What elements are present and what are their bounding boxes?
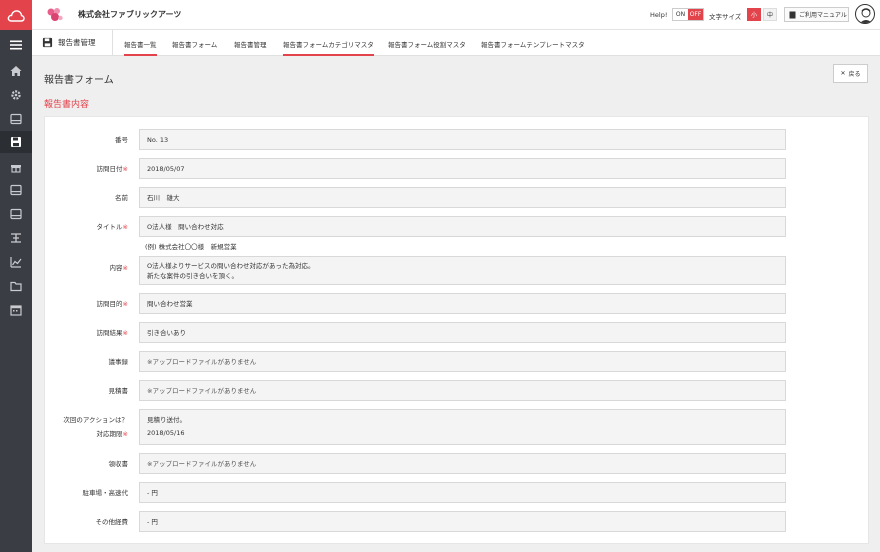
tab-form-category-master[interactable]: 報告書フォームカテゴリマスタ xyxy=(283,39,374,56)
font-size-small-button[interactable]: 小 xyxy=(747,8,761,21)
user-avatar-icon xyxy=(859,8,873,23)
back-button-label: 戻る xyxy=(848,71,861,78)
result-label: 訪問結果※ xyxy=(96,329,128,337)
minutes-label: 議事録 xyxy=(108,358,129,366)
back-button[interactable]: ✕ 戻る xyxy=(833,64,868,83)
cloud-logo-icon[interactable] xyxy=(0,0,32,30)
close-icon: ✕ xyxy=(840,70,846,77)
receipt-field[interactable]: ※アップロードファイルがありません xyxy=(139,453,786,474)
name-label: 名前 xyxy=(115,194,128,202)
sub-navigation: 報告書管理 報告書一覧 報告書フォーム 報告書管理 報告書フォームカテゴリマスタ… xyxy=(32,30,880,56)
deadline-value: 2018/05/16 xyxy=(147,429,185,438)
estimate-field[interactable]: ※アップロードファイルがありません xyxy=(139,380,786,401)
floppy-icon[interactable] xyxy=(0,131,32,153)
book-icon xyxy=(789,11,796,18)
content-label: 内容※ xyxy=(109,264,128,272)
next-action-label: 次回のアクションは？ xyxy=(63,416,128,424)
sidebar-rail xyxy=(0,0,32,552)
module-title-label: 報告書管理 xyxy=(58,38,96,47)
chart-icon[interactable] xyxy=(0,251,32,273)
company-name: 株式会社ファブリックアーツ xyxy=(78,10,182,19)
avatar[interactable] xyxy=(855,4,875,24)
inbox-icon[interactable] xyxy=(0,203,32,225)
other-expenses-field[interactable]: - 円 xyxy=(139,511,786,532)
estimate-label: 見積書 xyxy=(108,387,129,395)
help-toggle-on[interactable]: ON xyxy=(673,9,688,20)
name-field[interactable]: 石川 雄大 xyxy=(139,187,786,208)
help-toggle-off[interactable]: OFF xyxy=(688,9,703,20)
font-size-medium-button[interactable]: 中 xyxy=(763,8,777,21)
calendar-icon[interactable] xyxy=(0,299,32,321)
title-field[interactable]: O法人様 問い合わせ対応 xyxy=(139,216,786,237)
tab-report-management[interactable]: 報告書管理 xyxy=(234,39,267,49)
menu-icon[interactable] xyxy=(0,34,32,56)
home-icon[interactable] xyxy=(0,60,32,82)
parking-field[interactable]: - 円 xyxy=(139,482,786,503)
title-label: タイトル※ xyxy=(96,223,128,231)
help-toggle[interactable]: ON OFF xyxy=(672,8,704,21)
result-field[interactable]: 引き合いあり xyxy=(139,322,786,343)
receipt-label: 領収書 xyxy=(108,460,129,468)
tab-form-template-master[interactable]: 報告書フォームテンプレートマスタ xyxy=(481,39,585,49)
gift-icon[interactable] xyxy=(0,156,32,178)
divider xyxy=(112,30,113,56)
report-form-panel: 番号 No. 13 訪問日付※ 2018/05/07 名前 石川 雄大 タイトル… xyxy=(44,116,869,544)
number-label: 番号 xyxy=(115,136,128,144)
module-title: 報告書管理 xyxy=(42,37,96,48)
section-title: 報告書内容 xyxy=(44,100,90,110)
tab-report-list[interactable]: 報告書一覧 xyxy=(124,39,157,56)
branch-icon[interactable] xyxy=(0,227,32,249)
visit-date-field[interactable]: 2018/05/07 xyxy=(139,158,786,179)
visit-date-label: 訪問日付※ xyxy=(96,165,128,173)
content-line-1: O法人様よりサービスの問い合わせ対応があった為対応。 xyxy=(147,262,315,270)
help-label: Help! xyxy=(650,11,668,19)
purpose-field[interactable]: 問い合わせ営業 xyxy=(139,293,786,314)
next-action-value: 見積り送付。 xyxy=(147,416,186,424)
parking-label: 駐車場・高速代 xyxy=(82,489,129,497)
gear-icon[interactable] xyxy=(0,84,32,106)
folder-icon[interactable] xyxy=(0,275,32,297)
inbox-icon[interactable] xyxy=(0,108,32,130)
purpose-label: 訪問目的※ xyxy=(96,300,128,308)
brand-logo-icon xyxy=(47,8,63,21)
number-field[interactable]: No. 13 xyxy=(139,129,786,150)
title-hint: (例) 株式会社〇〇様 新規営業 xyxy=(145,243,237,251)
page-title: 報告書フォーム xyxy=(44,75,114,86)
floppy-icon xyxy=(42,37,53,48)
other-expenses-label: その他経費 xyxy=(95,518,129,526)
font-size-label: 文字サイズ xyxy=(709,13,742,21)
tab-report-form[interactable]: 報告書フォーム xyxy=(172,39,217,49)
tab-form-role-master[interactable]: 報告書フォーム役割マスタ xyxy=(388,39,466,49)
manual-button[interactable]: ご利用マニュアル xyxy=(784,7,849,22)
minutes-field[interactable]: ※アップロードファイルがありません xyxy=(139,351,786,372)
content-field[interactable]: O法人様よりサービスの問い合わせ対応があった為対応。 新たな案件の引き合いを頂く… xyxy=(139,256,786,285)
inbox-icon[interactable] xyxy=(0,179,32,201)
deadline-label: 対応期限※ xyxy=(96,430,128,438)
manual-button-label: ご利用マニュアル xyxy=(799,12,847,19)
next-action-field[interactable]: 見積り送付。 2018/05/16 xyxy=(139,409,786,445)
content-line-2: 新たな案件の引き合いを頂く。 xyxy=(147,272,238,281)
top-bar: 株式会社ファブリックアーツ Help! ON OFF 文字サイズ 小 中 ご利用… xyxy=(32,0,880,30)
